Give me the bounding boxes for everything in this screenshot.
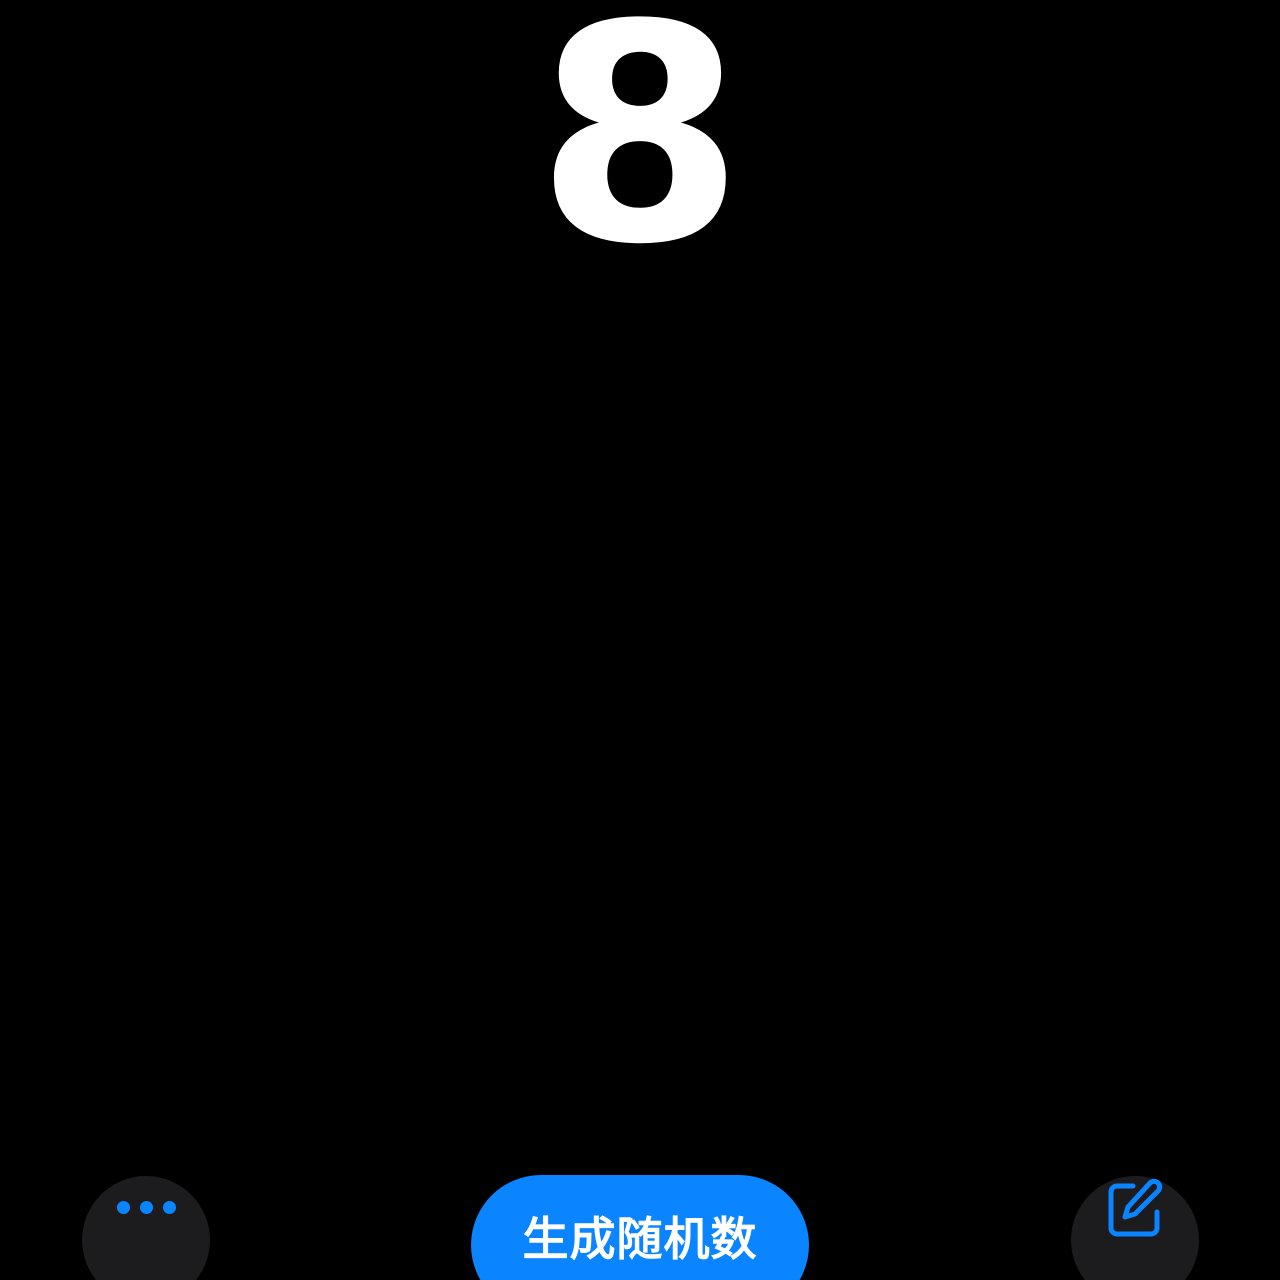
- random-number-screen: 8 生成随机数: [0, 0, 1280, 1280]
- generate-button-label: 生成随机数: [522, 1212, 758, 1266]
- generate-random-number-button[interactable]: 生成随机数: [471, 1175, 809, 1280]
- more-button[interactable]: [82, 1176, 210, 1280]
- edit-button[interactable]: [1071, 1176, 1199, 1280]
- ellipsis-icon: [116, 1200, 176, 1214]
- random-number-display: 8: [535, 0, 745, 310]
- square-pencil-icon: [1108, 1178, 1163, 1237]
